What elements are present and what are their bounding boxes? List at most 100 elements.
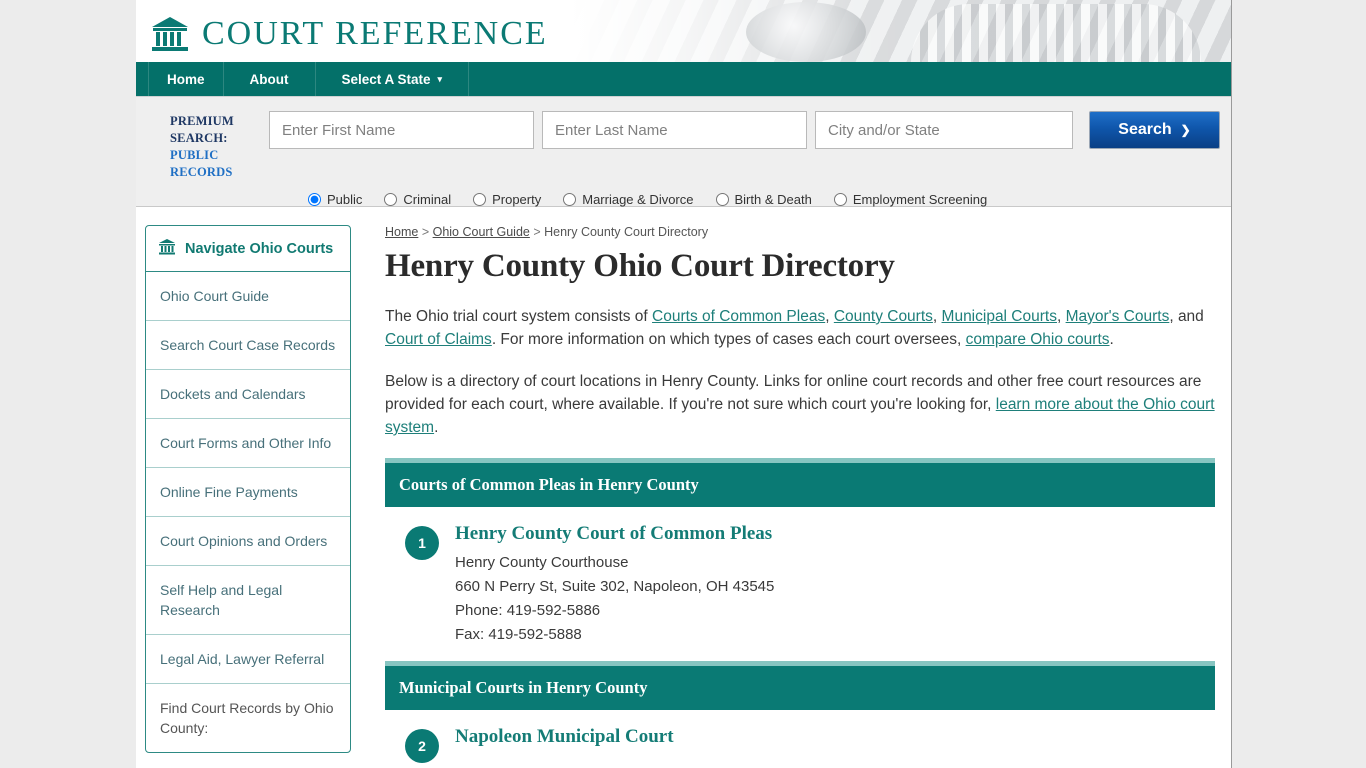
link-municipal-courts[interactable]: Municipal Courts [942, 308, 1057, 325]
radio-option-property[interactable]: Property [473, 192, 541, 207]
last-name-input[interactable] [542, 111, 807, 149]
nav-item-about[interactable]: About [224, 62, 316, 96]
sidebar-item-dockets-and-calendars[interactable]: Dockets and Calendars [146, 370, 350, 419]
radio-option-public[interactable]: Public [308, 192, 362, 207]
radio-input-criminal[interactable] [384, 193, 398, 206]
intro1-text-3: , [932, 308, 942, 325]
nav-item-select-a-state[interactable]: Select A State ▾ [316, 62, 470, 96]
nav-item-home-label: Home [167, 71, 205, 87]
court-entry: 2 Napoleon Municipal Court [385, 726, 1215, 768]
premium-label-line-4[interactable]: RECORDS [170, 164, 262, 181]
breadcrumb-home[interactable]: Home [385, 225, 418, 239]
intro-paragraph-2: Below is a directory of court locations … [385, 370, 1215, 439]
radio-input-employment-screening[interactable] [833, 193, 847, 206]
radio-label-criminal: Criminal [403, 192, 452, 207]
radio-label-property: Property [492, 192, 542, 207]
site-header: COURT REFERENCE [136, 0, 1231, 62]
nav-item-about-label: About [249, 71, 289, 87]
breadcrumb-separator-1: > [418, 225, 433, 239]
search-button-label: Search [1118, 121, 1172, 138]
sidebar-item-court-opinions-and-orders[interactable]: Court Opinions and Orders [146, 517, 350, 566]
intro-paragraph-1: The Ohio trial court system consists of … [385, 305, 1215, 351]
radio-option-marriage-divorce[interactable]: Marriage & Divorce [563, 192, 694, 207]
intro1-text-5: , and [1169, 308, 1204, 325]
intro1-text-1: The Ohio trial court system consists of [385, 308, 653, 325]
link-courts-of-common-pleas[interactable]: Courts of Common Pleas [652, 308, 825, 325]
radio-label-birth-death: Birth & Death [734, 192, 812, 207]
navigate-ohio-courts-box: Navigate Ohio Courts Ohio Court Guide Se… [145, 225, 351, 753]
radio-label-marriage-divorce: Marriage & Divorce [582, 192, 694, 207]
court-number-badge: 1 [405, 526, 439, 560]
intro1-text-2: , [825, 308, 834, 325]
section-heading-courts-of-common-pleas: Courts of Common Pleas in Henry County [385, 458, 1215, 507]
intro1-text-7: . [1109, 331, 1114, 348]
page-title: Henry County Ohio Court Directory [385, 248, 895, 284]
sidebar-item-self-help-and-legal-research[interactable]: Self Help and Legal Research [146, 566, 350, 635]
premium-label-line-3[interactable]: PUBLIC [170, 147, 262, 164]
sidebar-item-court-forms-and-other-info[interactable]: Court Forms and Other Info [146, 419, 350, 468]
link-court-of-claims[interactable]: Court of Claims [385, 331, 492, 348]
search-fields: Search ❯ [262, 111, 1220, 149]
breadcrumb-ohio-court-guide[interactable]: Ohio Court Guide [433, 225, 530, 239]
site-brand[interactable]: COURT REFERENCE [136, 0, 1231, 62]
court-address-line-1: Henry County Courthouse [455, 554, 629, 571]
chevron-right-icon: ❯ [1180, 123, 1191, 137]
radio-input-public[interactable] [308, 193, 321, 206]
search-category-radio-group: Public Criminal Property Marriage & Divo… [136, 192, 1231, 207]
bank-icon [158, 238, 176, 259]
sidebar-item-find-court-records-by-county: Find Court Records by Ohio County: [160, 700, 334, 736]
radio-label-employment-screening: Employment Screening [852, 192, 988, 207]
radio-input-birth-death[interactable] [715, 193, 729, 206]
city-state-input[interactable] [815, 111, 1073, 149]
court-entry: 1 Henry County Court of Common Pleas Hen… [385, 523, 1215, 661]
first-name-input[interactable] [269, 111, 534, 149]
court-name-link[interactable]: Henry County Court of Common Pleas [455, 523, 774, 545]
court-name-link[interactable]: Napoleon Municipal Court [455, 726, 674, 748]
intro2-text-2: . [434, 419, 439, 436]
link-compare-ohio-courts[interactable]: compare Ohio courts [966, 331, 1110, 348]
courthouse-icon [150, 15, 190, 53]
radio-option-criminal[interactable]: Criminal [384, 192, 451, 207]
radio-label-public: Public [327, 192, 363, 207]
sidebar-header-label: Navigate Ohio Courts [185, 240, 334, 257]
sidebar-item-legal-aid-lawyer-referral[interactable]: Legal Aid, Lawyer Referral [146, 635, 350, 684]
radio-option-employment-screening[interactable]: Employment Screening [833, 192, 988, 207]
sidebar-item-ohio-court-guide[interactable]: Ohio Court Guide [146, 272, 350, 321]
court-address-line-2: 660 N Perry St, Suite 302, Napoleon, OH … [455, 578, 775, 595]
radio-input-property[interactable] [473, 193, 487, 206]
main-content: Home > Ohio Court Guide > Henry County C… [351, 225, 1231, 768]
search-button[interactable]: Search ❯ [1089, 111, 1220, 149]
link-county-courts[interactable]: County Courts [834, 308, 933, 325]
link-mayors-courts[interactable]: Mayor's Courts [1066, 308, 1170, 325]
chevron-down-icon: ▾ [437, 73, 443, 84]
sidebar: Navigate Ohio Courts Ohio Court Guide Se… [136, 225, 351, 768]
intro1-text-4: , [1056, 308, 1066, 325]
court-phone: Phone: 419-592-5886 [455, 602, 601, 619]
main-navigation: Home About Select A State ▾ [136, 62, 1231, 97]
content-wrapper: Navigate Ohio Courts Ohio Court Guide Se… [136, 207, 1231, 768]
premium-search-label: PREMIUM SEARCH: PUBLIC RECORDS [170, 111, 262, 181]
radio-input-marriage-divorce[interactable] [563, 193, 577, 206]
section-heading-municipal-courts: Municipal Courts in Henry County [385, 661, 1215, 710]
sidebar-item-search-court-case-records[interactable]: Search Court Case Records [146, 321, 350, 370]
sidebar-header: Navigate Ohio Courts [146, 226, 350, 272]
premium-label-line-2: SEARCH: [170, 131, 228, 145]
premium-search-bar: PREMIUM SEARCH: PUBLIC RECORDS Search ❯ … [136, 97, 1231, 207]
breadcrumb: Home > Ohio Court Guide > Henry County C… [385, 225, 1215, 239]
premium-label-line-1: PREMIUM [170, 114, 234, 128]
sidebar-item-online-fine-payments[interactable]: Online Fine Payments [146, 468, 350, 517]
court-number-badge: 2 [405, 729, 439, 763]
breadcrumb-current: Henry County Court Directory [544, 225, 709, 239]
radio-option-birth-death[interactable]: Birth & Death [715, 192, 812, 207]
nav-item-select-a-state-label: Select A State [341, 71, 431, 87]
court-list-common-pleas: 1 Henry County Court of Common Pleas Hen… [381, 507, 1215, 661]
page-container: COURT REFERENCE Home About Select A Stat… [136, 0, 1232, 768]
brand-name: COURT REFERENCE [202, 15, 548, 52]
court-details: Napoleon Municipal Court [455, 726, 674, 763]
nav-item-home[interactable]: Home [148, 62, 224, 96]
intro1-text-6: . For more information on which types of… [491, 331, 966, 348]
court-details: Henry County Court of Common Pleas Henry… [455, 523, 774, 647]
court-list-municipal: 2 Napoleon Municipal Court [381, 710, 1215, 768]
court-fax: Fax: 419-592-5888 [455, 626, 582, 643]
breadcrumb-separator-2: > [529, 225, 545, 239]
